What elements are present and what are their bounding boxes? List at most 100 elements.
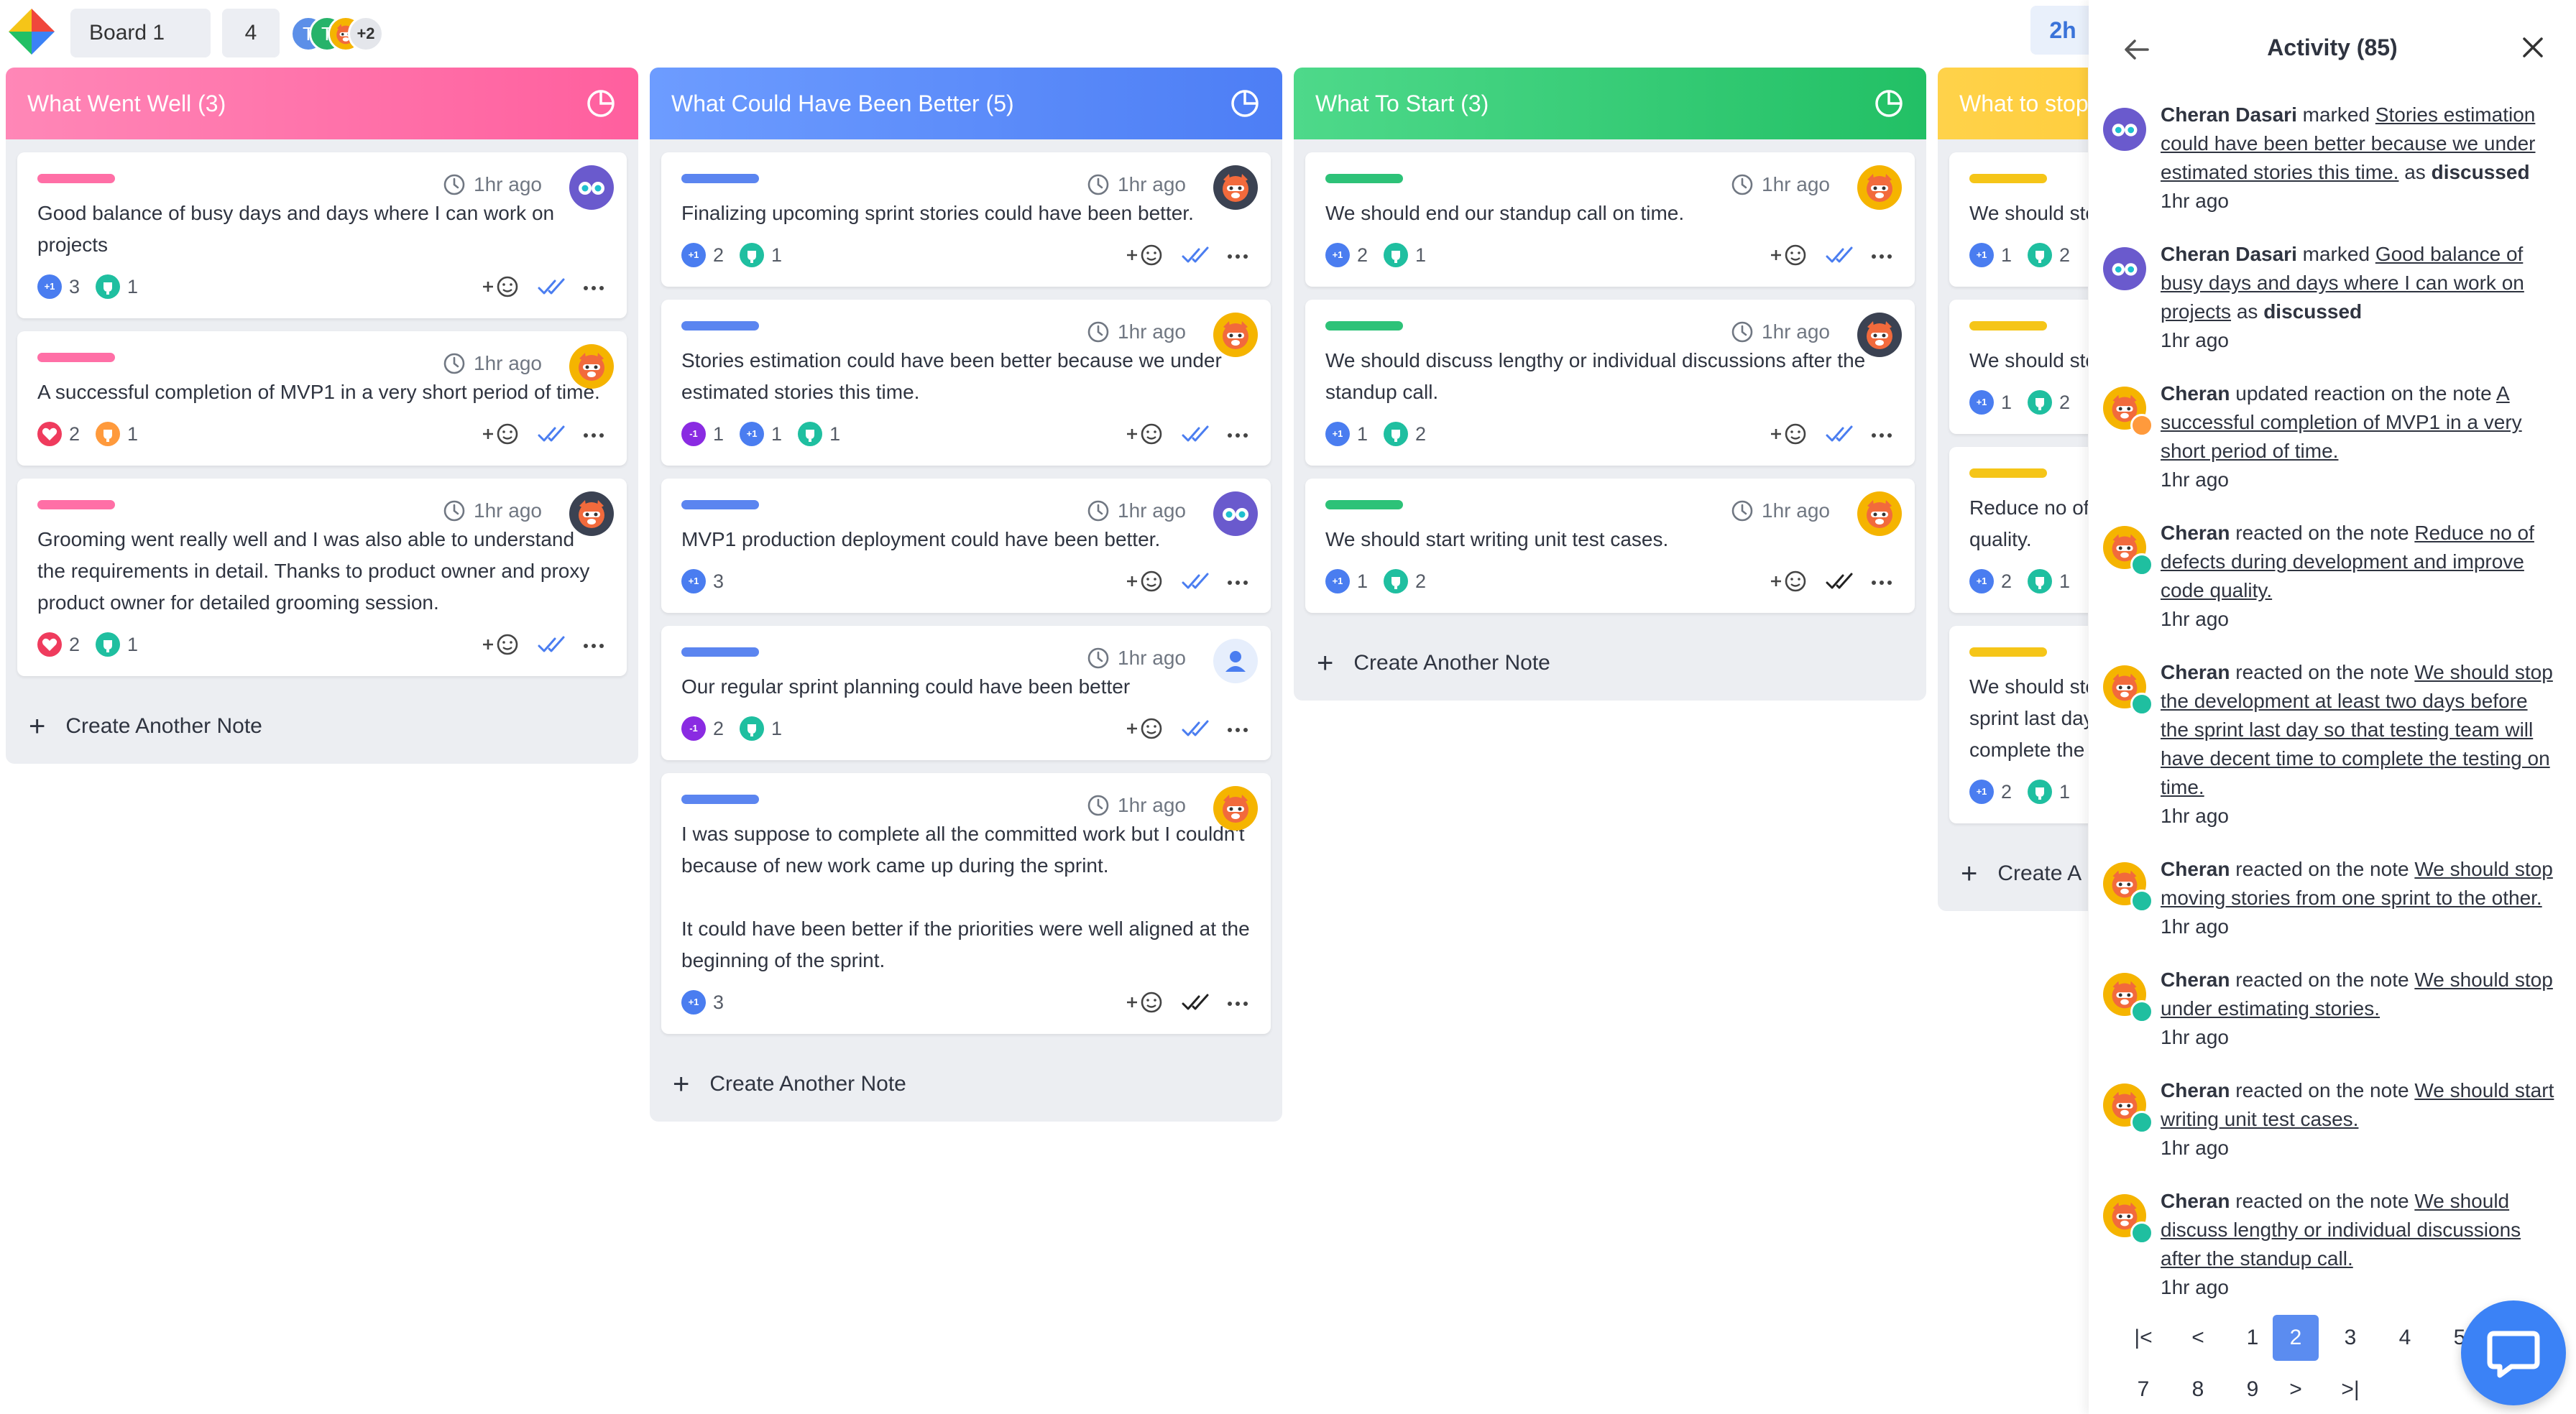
add-reaction-icon[interactable] xyxy=(1124,420,1167,448)
page-button[interactable]: 4 xyxy=(2382,1315,2428,1361)
note-card[interactable]: 1hr ago We should discuss lengthy or indi… xyxy=(1305,300,1915,466)
more-options-icon[interactable] xyxy=(1869,241,1895,269)
reaction-chip[interactable]: +1 1 xyxy=(1325,569,1368,593)
author-avatar[interactable] xyxy=(1857,491,1902,536)
create-note-button[interactable]: + Create Another Note xyxy=(650,1047,1282,1122)
mark-discussed-icon[interactable] xyxy=(1180,420,1212,448)
column-title[interactable]: What Went Well (3) xyxy=(27,68,226,139)
page-button[interactable]: 3 xyxy=(2327,1315,2373,1361)
board-name-button[interactable]: Board 1 xyxy=(70,9,211,57)
more-options-icon[interactable] xyxy=(1225,241,1251,269)
add-reaction-icon[interactable] xyxy=(480,630,523,659)
more-options-icon[interactable] xyxy=(581,420,607,448)
more-options-icon[interactable] xyxy=(1225,988,1251,1017)
add-reaction-icon[interactable] xyxy=(1768,420,1811,448)
author-avatar[interactable] xyxy=(1857,313,1902,357)
page-button[interactable]: 9 xyxy=(2230,1367,2276,1413)
reaction-chip[interactable]: +1 2 xyxy=(681,243,724,267)
reaction-chip[interactable]: 1 xyxy=(740,716,782,741)
more-options-icon[interactable] xyxy=(581,272,607,301)
reaction-chip[interactable]: 2 xyxy=(2028,243,2070,267)
note-card[interactable]: Reduce no of quality. +1 2 1 xyxy=(1949,447,2088,613)
note-text[interactable]: We should start writing unit test cases. xyxy=(1325,524,1895,555)
mark-discussed-icon[interactable] xyxy=(1180,714,1212,743)
reaction-chip[interactable]: 1 xyxy=(2028,780,2070,804)
reaction-chip[interactable]: +1 3 xyxy=(37,274,80,299)
close-icon[interactable] xyxy=(2518,33,2547,62)
note-text[interactable]: We should end our standup call on time. xyxy=(1325,198,1895,229)
note-card[interactable]: 1hr ago A successful completion of MVP1 i… xyxy=(17,331,627,466)
note-card[interactable]: 1hr ago We should end our standup call on… xyxy=(1305,152,1915,287)
create-note-button[interactable]: + Create Another Note xyxy=(6,689,638,764)
author-avatar[interactable] xyxy=(569,165,614,210)
note-text[interactable]: Grooming went really well and I was also… xyxy=(37,524,607,619)
mark-discussed-icon[interactable] xyxy=(1824,567,1856,596)
reaction-chip[interactable]: 1 xyxy=(2028,569,2070,593)
author-avatar[interactable] xyxy=(1213,786,1258,831)
more-options-icon[interactable] xyxy=(581,630,607,659)
reaction-chip[interactable]: 2 xyxy=(2028,390,2070,415)
author-avatar[interactable] xyxy=(569,491,614,536)
page-button[interactable]: > xyxy=(2273,1367,2319,1413)
page-button[interactable]: 7 xyxy=(2120,1367,2166,1413)
create-note-button[interactable]: + Create A xyxy=(1938,836,2088,911)
reaction-chip[interactable]: -1 2 xyxy=(681,716,724,741)
note-card[interactable]: 1hr ago MVP1 production deployment could … xyxy=(661,479,1271,613)
note-card[interactable]: We should stc +1 1 2 xyxy=(1949,300,2088,434)
page-button[interactable]: 8 xyxy=(2175,1367,2221,1413)
reaction-chip[interactable]: 1 xyxy=(798,422,840,446)
note-text[interactable]: Reduce no of quality. xyxy=(1969,492,2088,555)
page-button[interactable]: |< xyxy=(2120,1315,2166,1361)
reaction-chip[interactable]: +1 2 xyxy=(1969,569,2012,593)
add-reaction-icon[interactable] xyxy=(1124,241,1167,269)
author-avatar[interactable] xyxy=(1213,313,1258,357)
note-text[interactable]: A successful completion of MVP1 in a ver… xyxy=(37,376,607,408)
author-avatar[interactable] xyxy=(1213,639,1258,683)
note-card[interactable]: 1hr ago We should start writing unit test… xyxy=(1305,479,1915,613)
add-reaction-icon[interactable] xyxy=(480,420,523,448)
more-options-icon[interactable] xyxy=(1869,420,1895,448)
note-text[interactable]: We should discuss lengthy or individual … xyxy=(1325,345,1895,408)
reaction-chip[interactable]: 1 xyxy=(740,243,782,267)
more-options-icon[interactable] xyxy=(1225,714,1251,743)
mark-discussed-icon[interactable] xyxy=(1180,567,1212,596)
note-text[interactable]: MVP1 production deployment could have be… xyxy=(681,524,1251,555)
mark-discussed-icon[interactable] xyxy=(536,420,568,448)
page-button[interactable]: < xyxy=(2175,1315,2221,1361)
reaction-chip[interactable]: 2 xyxy=(1384,569,1426,593)
note-text[interactable]: Good balance of busy days and days where… xyxy=(37,198,607,261)
note-card[interactable]: 1hr ago Good balance of busy days and day… xyxy=(17,152,627,318)
reaction-chip[interactable]: 1 xyxy=(96,632,138,657)
mark-discussed-icon[interactable] xyxy=(1824,420,1856,448)
reaction-chip[interactable]: 2 xyxy=(37,632,80,657)
column-timer-icon[interactable] xyxy=(1873,88,1905,119)
reaction-chip[interactable]: 2 xyxy=(37,422,80,446)
more-participants-badge[interactable]: +2 xyxy=(348,16,384,52)
note-text[interactable]: We should stc sprint last day complete t… xyxy=(1969,671,2088,766)
reaction-chip[interactable]: +1 1 xyxy=(1969,243,2012,267)
note-text[interactable]: Stories estimation could have been bette… xyxy=(681,345,1251,408)
reaction-chip[interactable]: 1 xyxy=(96,422,138,446)
add-reaction-icon[interactable] xyxy=(1768,241,1811,269)
note-text[interactable]: Our regular sprint planning could have b… xyxy=(681,671,1251,703)
mark-discussed-icon[interactable] xyxy=(1180,988,1212,1017)
reaction-chip[interactable]: +1 1 xyxy=(1325,422,1368,446)
note-card[interactable]: 1hr ago Stories estimation could have bee… xyxy=(661,300,1271,466)
timer-button[interactable]: 2h xyxy=(2030,6,2095,55)
mark-discussed-icon[interactable] xyxy=(536,630,568,659)
add-reaction-icon[interactable] xyxy=(1124,988,1167,1017)
column-title[interactable]: What Could Have Been Better (5) xyxy=(671,68,1014,139)
note-card[interactable]: 1hr ago Finalizing upcoming sprint storie… xyxy=(661,152,1271,287)
note-card[interactable]: 1hr ago Our regular sprint planning could… xyxy=(661,626,1271,760)
note-card[interactable]: We should stc sprint last day complete t… xyxy=(1949,626,2088,823)
app-logo-icon[interactable] xyxy=(7,7,56,56)
note-card[interactable]: 1hr ago I was suppose to complete all the… xyxy=(661,773,1271,1034)
add-reaction-icon[interactable] xyxy=(1124,567,1167,596)
page-button[interactable]: 2 xyxy=(2273,1315,2319,1361)
reaction-chip[interactable]: 1 xyxy=(96,274,138,299)
reaction-chip[interactable]: +1 3 xyxy=(681,569,724,593)
mark-discussed-icon[interactable] xyxy=(1180,241,1212,269)
chat-button[interactable] xyxy=(2461,1300,2566,1405)
add-reaction-icon[interactable] xyxy=(1124,714,1167,743)
add-reaction-icon[interactable] xyxy=(480,272,523,301)
